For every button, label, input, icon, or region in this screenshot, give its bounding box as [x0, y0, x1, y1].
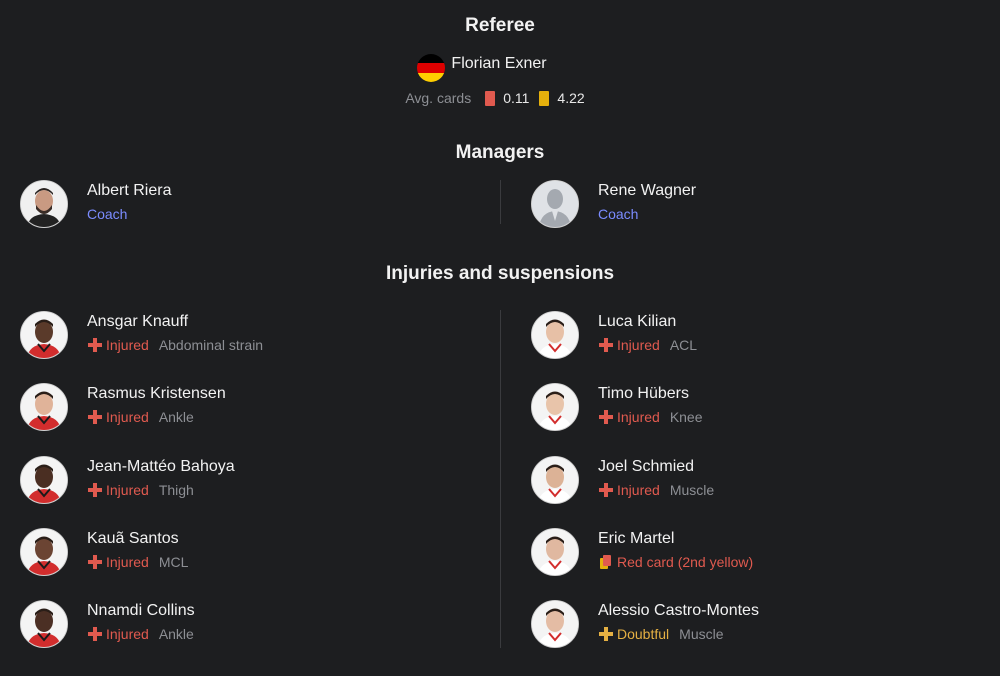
player-status: Injured Muscle	[598, 482, 714, 498]
injured-cross-icon	[598, 409, 614, 425]
avatar	[20, 311, 68, 359]
player-status: Red card (2nd yellow)	[598, 554, 763, 570]
injury-row[interactable]: Jean-Mattéo Bahoya Injured Thigh	[20, 456, 460, 506]
player-name: Nnamdi Collins	[87, 602, 195, 619]
injury-row[interactable]: Timo Hübers Injured Knee	[531, 383, 971, 433]
managers-title: Managers	[455, 142, 545, 163]
player-name: Luca Kilian	[598, 313, 677, 330]
referee-name[interactable]: Florian Exner	[451, 55, 546, 73]
injury-detail: Muscle	[669, 482, 715, 498]
referee-title: Referee	[465, 15, 535, 36]
manager-role: Coach	[87, 206, 128, 222]
referee-row[interactable]: Florian Exner	[0, 52, 1000, 84]
avatar	[531, 600, 579, 648]
injury-row[interactable]: Nnamdi Collins Injured Ankle	[20, 600, 460, 650]
yellow-card-avg: 4.22	[557, 90, 585, 106]
managers-divider	[500, 180, 501, 224]
injury-row[interactable]: Joel Schmied Injured Muscle	[531, 456, 971, 506]
injured-cross-icon	[598, 337, 614, 353]
manager-home[interactable]: Albert Riera Coach	[20, 180, 460, 230]
avatar	[531, 528, 579, 576]
doubtful-cross-icon	[598, 626, 614, 642]
injury-detail: Knee	[669, 409, 703, 425]
injury-row[interactable]: Alessio Castro-Montes Doubtful Muscle	[531, 600, 971, 650]
player-status: Injured Ankle	[87, 626, 194, 642]
player-status: Injured Knee	[598, 409, 703, 425]
player-status: Injured Thigh	[87, 482, 194, 498]
injury-row[interactable]: Luca Kilian Injured ACL	[531, 311, 971, 361]
player-status: Injured ACL	[598, 337, 697, 353]
avatar	[531, 383, 579, 431]
status-text: Injured	[617, 337, 660, 353]
avatar-placeholder-icon	[531, 180, 579, 228]
avatar	[20, 383, 68, 431]
status-text: Injured	[106, 482, 149, 498]
manager-name: Rene Wagner	[598, 182, 697, 199]
germany-flag-icon	[417, 54, 446, 82]
injury-row[interactable]: Eric Martel Red card (2nd yellow)	[531, 528, 971, 578]
status-text: Injured	[617, 482, 660, 498]
player-name: Timo Hübers	[598, 385, 689, 402]
player-status: Doubtful Muscle	[598, 626, 724, 642]
injury-detail: Thigh	[158, 482, 194, 498]
injured-cross-icon	[87, 337, 103, 353]
status-text: Injured	[106, 626, 149, 642]
injured-cross-icon	[87, 626, 103, 642]
yellow-card-icon	[539, 90, 550, 106]
player-status: Injured MCL	[87, 554, 188, 570]
player-status: Injured Abdominal strain	[87, 337, 263, 353]
avatar	[531, 456, 579, 504]
avatar	[20, 180, 68, 228]
avg-cards-label: Avg. cards	[405, 90, 472, 106]
injury-row[interactable]: Ansgar Knauff Injured Abdominal strain	[20, 311, 460, 361]
injured-cross-icon	[87, 554, 103, 570]
manager-away[interactable]: Rene Wagner Coach	[531, 180, 971, 230]
status-text: Injured	[106, 554, 149, 570]
player-name: Kauã Santos	[87, 530, 179, 547]
injury-detail: MCL	[158, 554, 189, 570]
status-text: Red card (2nd yellow)	[617, 554, 754, 570]
injuries-title: Injuries and suspensions	[385, 263, 615, 284]
player-name: Eric Martel	[598, 530, 675, 547]
injured-cross-icon	[87, 409, 103, 425]
player-name: Alessio Castro-Montes	[598, 602, 759, 619]
avg-cards-row: Avg. cards 0.11 4.22	[0, 88, 1000, 108]
avatar	[20, 456, 68, 504]
status-text: Injured	[106, 337, 149, 353]
player-name: Joel Schmied	[598, 458, 695, 475]
status-text: Injured	[617, 409, 660, 425]
manager-name: Albert Riera	[87, 182, 172, 199]
injured-cross-icon	[87, 482, 103, 498]
injury-detail: Muscle	[679, 626, 724, 642]
injury-detail: Ankle	[158, 409, 194, 425]
red-card-icon	[485, 90, 496, 106]
player-status: Injured Ankle	[87, 409, 194, 425]
status-text: Doubtful	[617, 626, 670, 642]
player-name: Ansgar Knauff	[87, 313, 189, 330]
status-text: Injured	[106, 409, 149, 425]
manager-role: Coach	[598, 206, 639, 222]
injury-row[interactable]: Kauã Santos Injured MCL	[20, 528, 460, 578]
red-card-icon	[598, 554, 614, 570]
avatar	[531, 311, 579, 359]
injuries-divider	[500, 310, 501, 648]
injury-detail: Ankle	[158, 626, 194, 642]
injury-row[interactable]: Rasmus Kristensen Injured Ankle	[20, 383, 460, 433]
player-name: Jean-Mattéo Bahoya	[87, 458, 235, 475]
player-name: Rasmus Kristensen	[87, 385, 226, 402]
avatar	[20, 528, 68, 576]
injured-cross-icon	[598, 482, 614, 498]
injury-detail: Abdominal strain	[158, 337, 264, 353]
injury-detail: ACL	[669, 337, 698, 353]
red-card-avg: 0.11	[503, 90, 530, 106]
avatar	[20, 600, 68, 648]
